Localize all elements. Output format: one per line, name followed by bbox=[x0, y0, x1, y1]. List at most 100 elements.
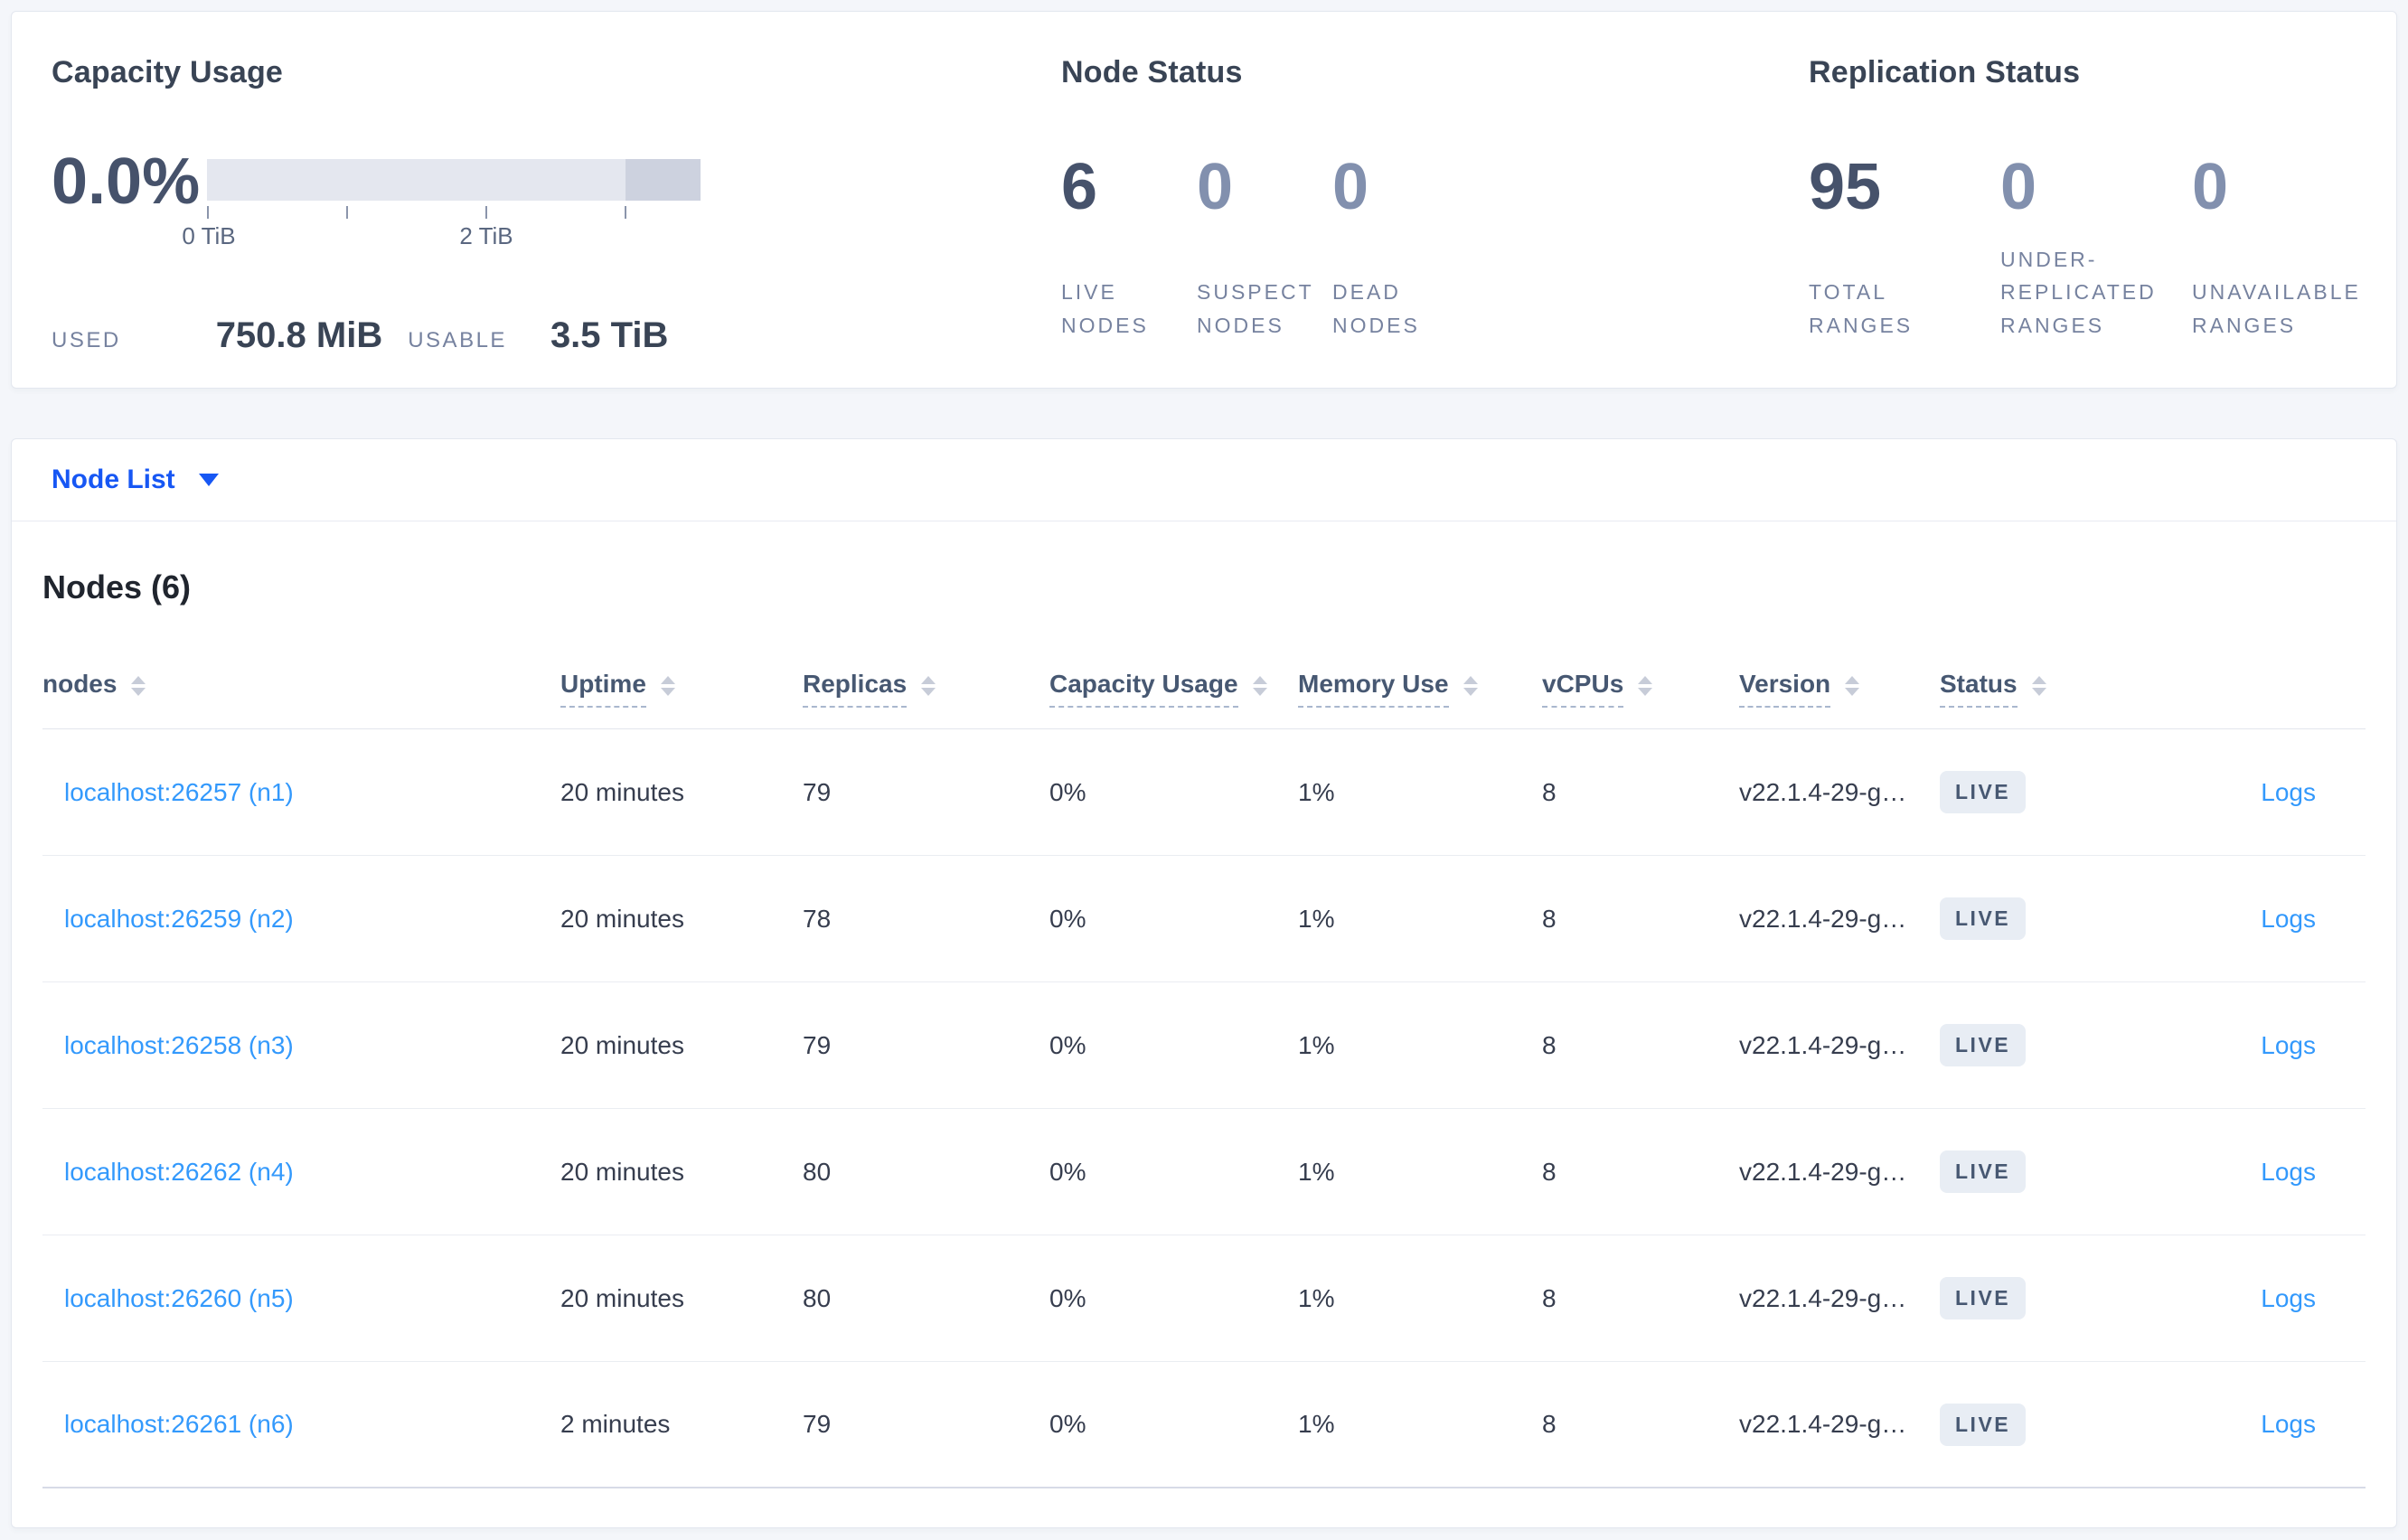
cluster-summary-card: Capacity Usage 0.0% 0 TiB 2 TiB USED 750… bbox=[11, 11, 2397, 389]
logs-link[interactable]: Logs bbox=[2261, 778, 2316, 806]
tick-mark bbox=[485, 206, 487, 219]
tick-mark bbox=[346, 206, 348, 219]
stat-column: 6 LIVE NODES bbox=[1061, 155, 1180, 343]
status-cell: LIVE bbox=[1940, 771, 2157, 813]
node-link[interactable]: localhost:26260 (n5) bbox=[64, 1284, 294, 1312]
node-address-cell: localhost:26258 (n3) bbox=[42, 1031, 560, 1060]
table-header-label: Replicas bbox=[803, 670, 908, 708]
nodes-table-body: localhost:26257 (n1) 20 minutes 79 0% 1%… bbox=[42, 729, 2366, 1488]
capacity-usage-cell: 0% bbox=[1049, 1410, 1086, 1438]
table-header-cell[interactable]: Status bbox=[1940, 670, 2157, 708]
memory-use-cell: 1% bbox=[1298, 1030, 1335, 1059]
uptime-cell: 20 minutes bbox=[560, 1283, 684, 1312]
table-header-cell[interactable]: vCPUs bbox=[1542, 670, 1739, 708]
node-link[interactable]: localhost:26262 (n4) bbox=[64, 1158, 294, 1186]
vcpus-cell: 8 bbox=[1542, 1410, 1557, 1438]
vcpus-cell: 8 bbox=[1542, 777, 1557, 806]
vcpus-cell: 8 bbox=[1542, 1283, 1557, 1312]
status-badge: LIVE bbox=[1940, 1150, 2027, 1193]
capacity-used-usable-row: USED 750.8 MiB USABLE 3.5 TiB bbox=[52, 315, 668, 356]
sort-icon bbox=[131, 675, 146, 696]
capacity-usage-bar: 0 TiB 2 TiB bbox=[182, 159, 701, 249]
table-row: localhost:26257 (n1) 20 minutes 79 0% 1%… bbox=[42, 729, 2366, 856]
table-header-cell[interactable]: Capacity Usage bbox=[1049, 670, 1298, 708]
stat-column: 0 UNAVAILABLE RANGES bbox=[2192, 155, 2366, 343]
stat-value: 95 bbox=[1809, 151, 1882, 223]
stat-column: 95 TOTAL RANGES bbox=[1809, 155, 1982, 343]
table-header-cell[interactable]: Memory Use bbox=[1298, 670, 1542, 708]
node-list-dropdown-label: Node List bbox=[52, 465, 175, 494]
table-header-label: Capacity Usage bbox=[1049, 670, 1238, 708]
version-cell: v22.1.4-29-g… bbox=[1739, 904, 1907, 933]
chevron-down-icon bbox=[198, 474, 219, 486]
logs-link[interactable]: Logs bbox=[2261, 1031, 2316, 1059]
memory-use-cell: 1% bbox=[1298, 1283, 1335, 1312]
table-header-label: nodes bbox=[42, 669, 118, 698]
status-cell: LIVE bbox=[1940, 1277, 2157, 1319]
stat-column: 0 SUSPECT NODES bbox=[1197, 155, 1316, 343]
table-header-label: Uptime bbox=[560, 670, 646, 708]
view-selector-row: Node List bbox=[12, 439, 2396, 521]
capacity-usage-title: Capacity Usage bbox=[52, 55, 284, 89]
node-status-section: Node Status 6 LIVE NODES 0 SUSPECT NODES… bbox=[1061, 55, 1531, 362]
capacity-bar-reserved-segment bbox=[626, 159, 701, 201]
logs-link[interactable]: Logs bbox=[2261, 1284, 2316, 1312]
node-list-card: Node List Nodes (6) nodes Uptime Replica… bbox=[11, 438, 2397, 1528]
vcpus-cell: 8 bbox=[1542, 904, 1557, 933]
capacity-usage-section: Capacity Usage 0.0% 0 TiB 2 TiB USED 750… bbox=[52, 55, 775, 362]
logs-cell: Logs bbox=[2157, 905, 2366, 934]
stat-column: 0 DEAD NODES bbox=[1332, 155, 1452, 343]
sort-asc-arrow bbox=[1463, 675, 1478, 684]
stat-value: 0 bbox=[2000, 151, 2037, 223]
node-link[interactable]: localhost:26258 (n3) bbox=[64, 1031, 294, 1059]
usable-label: USABLE bbox=[408, 328, 507, 352]
node-link[interactable]: localhost:26261 (n6) bbox=[64, 1410, 294, 1438]
uptime-cell: 2 minutes bbox=[560, 1410, 671, 1438]
status-cell: LIVE bbox=[1940, 1403, 2157, 1446]
table-header-cell[interactable]: Replicas bbox=[803, 670, 1049, 708]
version-cell: v22.1.4-29-g… bbox=[1739, 777, 1907, 806]
table-row: localhost:26262 (n4) 20 minutes 80 0% 1%… bbox=[42, 1109, 2366, 1235]
capacity-usage-cell: 0% bbox=[1049, 1283, 1086, 1312]
replicas-cell: 79 bbox=[803, 1030, 832, 1059]
capacity-usage-cell: 0% bbox=[1049, 1030, 1086, 1059]
replicas-cell: 78 bbox=[803, 904, 832, 933]
sort-icon bbox=[1252, 675, 1267, 696]
replicas-cell: 79 bbox=[803, 1410, 832, 1438]
used-label: USED bbox=[52, 328, 121, 352]
stat-value: 0 bbox=[1332, 151, 1369, 223]
node-list-dropdown[interactable]: Node List bbox=[52, 465, 219, 495]
uptime-cell: 20 minutes bbox=[560, 904, 684, 933]
logs-cell: Logs bbox=[2157, 1158, 2366, 1187]
node-address-cell: localhost:26260 (n5) bbox=[42, 1284, 560, 1313]
vcpus-cell: 8 bbox=[1542, 1030, 1557, 1059]
table-header-cell[interactable]: Version bbox=[1739, 670, 1940, 708]
status-badge: LIVE bbox=[1940, 1277, 2027, 1319]
logs-cell: Logs bbox=[2157, 1031, 2366, 1060]
logs-cell: Logs bbox=[2157, 1284, 2366, 1313]
memory-use-cell: 1% bbox=[1298, 1157, 1335, 1186]
logs-link[interactable]: Logs bbox=[2261, 905, 2316, 933]
nodes-table-header: nodes Uptime Replicas Capacity Usage Mem… bbox=[42, 648, 2366, 729]
capacity-bar-ticks bbox=[207, 201, 701, 221]
stat-label: SUSPECT NODES bbox=[1197, 280, 1314, 338]
logs-link[interactable]: Logs bbox=[2261, 1158, 2316, 1186]
sort-desc-arrow bbox=[921, 687, 936, 696]
status-cell: LIVE bbox=[1940, 1024, 2157, 1066]
sort-icon bbox=[1463, 675, 1478, 696]
replication-status-title: Replication Status bbox=[1809, 55, 2081, 89]
version-cell: v22.1.4-29-g… bbox=[1739, 1030, 1907, 1059]
replication-stats: 95 TOTAL RANGES 0 UNDER-REPLICATED RANGE… bbox=[1809, 155, 2366, 343]
memory-use-cell: 1% bbox=[1298, 777, 1335, 806]
logs-link[interactable]: Logs bbox=[2261, 1410, 2316, 1438]
stat-label: DEAD NODES bbox=[1332, 280, 1420, 338]
node-address-cell: localhost:26262 (n4) bbox=[42, 1158, 560, 1187]
sort-asc-arrow bbox=[660, 675, 675, 684]
memory-use-cell: 1% bbox=[1298, 1410, 1335, 1438]
node-link[interactable]: localhost:26259 (n2) bbox=[64, 905, 294, 933]
table-header-cell[interactable]: Uptime bbox=[560, 670, 803, 708]
table-row: localhost:26259 (n2) 20 minutes 78 0% 1%… bbox=[42, 856, 2366, 982]
node-link[interactable]: localhost:26257 (n1) bbox=[64, 778, 294, 806]
table-header-cell[interactable]: nodes bbox=[42, 670, 560, 708]
status-badge: LIVE bbox=[1940, 897, 2027, 940]
